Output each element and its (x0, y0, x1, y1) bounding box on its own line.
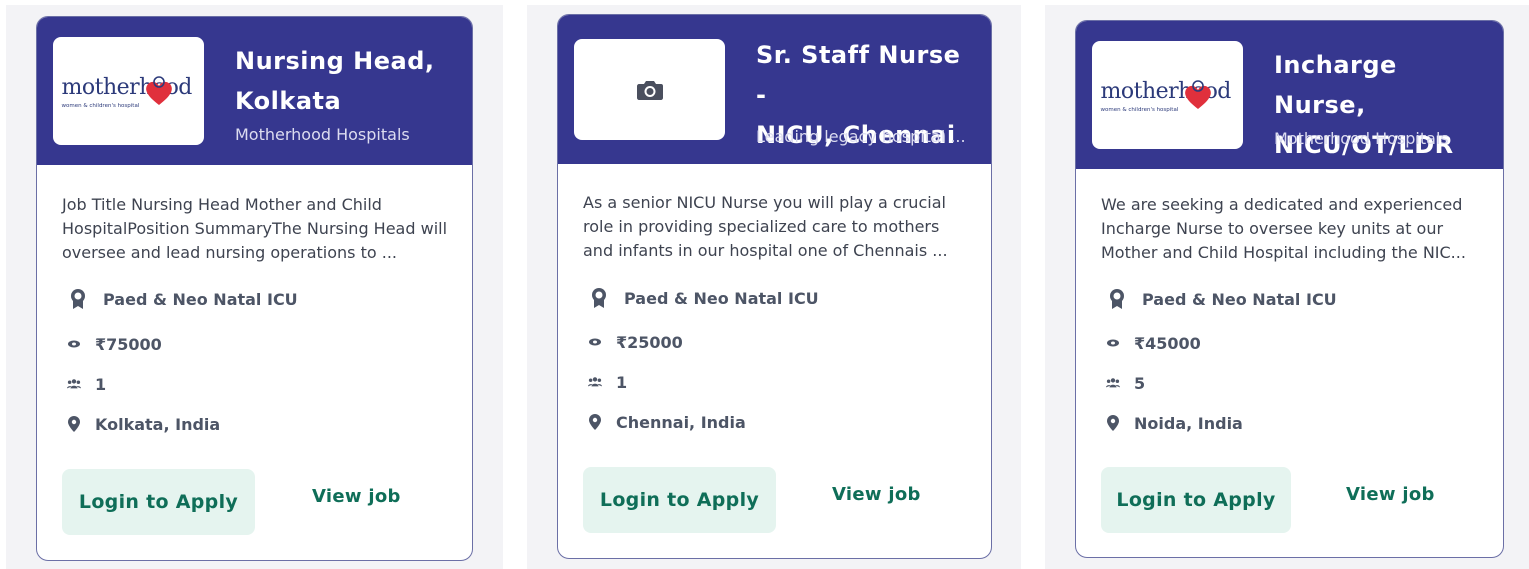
department-row: Paed & Neo Natal ICU (67, 288, 298, 310)
job-title-line: Incharge Nurse, (1274, 51, 1397, 119)
view-job-link[interactable]: View job (832, 484, 921, 505)
card-header: Sr. Staff Nurse - NICU, Chennai Leading … (558, 15, 991, 164)
view-job-link[interactable]: View job (1346, 484, 1435, 505)
camera-icon (636, 80, 663, 100)
job-title[interactable]: Incharge Nurse, NICU/OT/LDR ... (1274, 45, 1491, 205)
location-pin-icon (588, 411, 602, 433)
company-name: Leading legacy hospital ... (756, 127, 966, 146)
job-title-line: Nursing Head, (235, 47, 435, 75)
award-ribbon-icon (67, 288, 89, 310)
location-row: Kolkata, India (67, 413, 220, 435)
job-description: We are seeking a dedicated and experienc… (1101, 195, 1466, 262)
salary-row: ₹75000 (67, 333, 162, 355)
department-row: Paed & Neo Natal ICU (588, 287, 819, 309)
job-title-line: Kolkata (235, 87, 342, 115)
logo-tagline: women & children's hospital (1100, 107, 1179, 113)
job-description: As a senior NICU Nurse you will play a c… (583, 193, 948, 260)
salary-text: ₹75000 (95, 334, 162, 354)
job-description: Job Title Nursing Head Mother and Child … (62, 195, 448, 262)
openings-text: 5 (1134, 373, 1146, 393)
users-icon (67, 373, 81, 395)
users-icon (588, 371, 602, 393)
job-card[interactable]: Sr. Staff Nurse - NICU, Chennai Leading … (557, 14, 992, 559)
company-logo: motherhood women & children's hospital (53, 37, 204, 145)
users-icon (1106, 372, 1120, 394)
openings-text: 1 (95, 374, 107, 394)
department-text: Paed & Neo Natal ICU (103, 289, 298, 309)
job-card[interactable]: motherhood women & children's hospital I… (1075, 20, 1504, 558)
login-to-apply-button[interactable]: Login to Apply (583, 467, 776, 533)
company-logo (574, 39, 725, 140)
salary-row: ₹25000 (588, 331, 683, 353)
job-title[interactable]: Nursing Head, Kolkata (235, 41, 460, 121)
location-text: Kolkata, India (95, 414, 221, 434)
motherhood-logo-icon: motherhood women & children's hospital (62, 61, 196, 121)
department-text: Paed & Neo Natal ICU (1142, 289, 1337, 309)
location-row: Noida, India (1106, 412, 1243, 434)
openings-row: 5 (1106, 372, 1145, 394)
location-text: Noida, India (1134, 413, 1243, 433)
openings-row: 1 (588, 371, 627, 393)
job-card[interactable]: motherhood women & children's hospital N… (36, 16, 473, 561)
money-icon (1106, 332, 1120, 354)
login-to-apply-button[interactable]: Login to Apply (62, 469, 255, 535)
salary-text: ₹25000 (616, 332, 683, 352)
company-logo: motherhood women & children's hospital (1092, 41, 1243, 149)
location-pin-icon (1106, 412, 1120, 434)
department-text: Paed & Neo Natal ICU (624, 288, 819, 308)
award-ribbon-icon (1106, 288, 1128, 310)
department-row: Paed & Neo Natal ICU (1106, 288, 1337, 310)
heart-icon (145, 76, 172, 105)
job-title-line: Sr. Staff Nurse - (756, 41, 961, 109)
award-ribbon-icon (588, 287, 610, 309)
openings-row: 1 (67, 373, 106, 395)
location-pin-icon (67, 413, 81, 435)
card-header: motherhood women & children's hospital N… (37, 17, 472, 165)
view-job-link[interactable]: View job (312, 486, 401, 507)
salary-row: ₹45000 (1106, 332, 1201, 354)
company-name: Motherhood Hospitals (1274, 129, 1449, 148)
company-name: Motherhood Hospitals (235, 125, 410, 144)
money-icon (67, 333, 81, 355)
heart-icon (1184, 80, 1211, 109)
card-header: motherhood women & children's hospital I… (1076, 21, 1503, 199)
salary-text: ₹45000 (1134, 333, 1201, 353)
location-text: Chennai, India (616, 412, 746, 432)
logo-tagline: women & children's hospital (61, 103, 140, 109)
money-icon (588, 331, 602, 353)
login-to-apply-button[interactable]: Login to Apply (1101, 467, 1291, 533)
location-row: Chennai, India (588, 411, 746, 433)
motherhood-logo-icon: motherhood women & children's hospital (1101, 65, 1235, 125)
openings-text: 1 (616, 372, 628, 392)
